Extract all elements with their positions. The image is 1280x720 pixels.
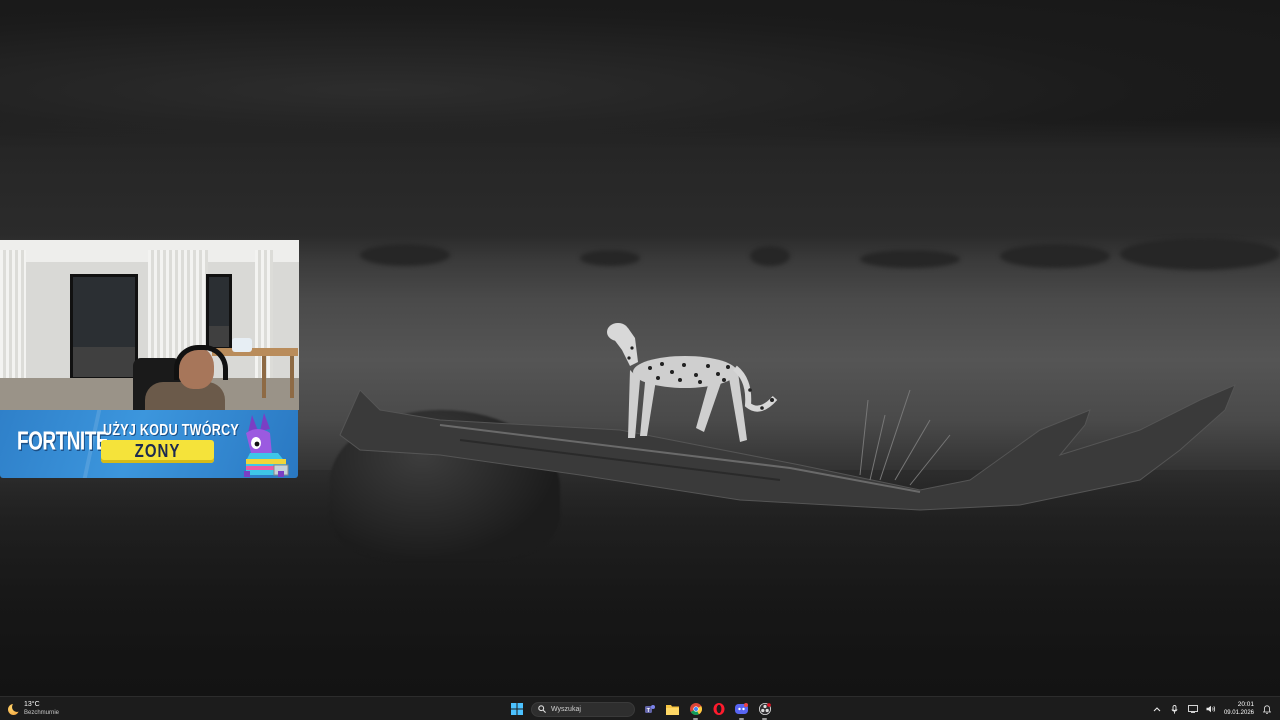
taskbar-search-box[interactable]: Wyszukaj (531, 701, 635, 717)
headphones-icon (174, 345, 228, 380)
teams-icon[interactable]: T (641, 701, 658, 718)
file-explorer-icon[interactable] (664, 701, 681, 718)
creator-code-title: UŻYJ KODU TWÓRCY (103, 421, 240, 439)
webcam-overlay (0, 240, 299, 410)
cheetah-icon (607, 323, 778, 442)
network-icon[interactable] (1188, 704, 1198, 714)
webcam-table-leg (262, 356, 266, 398)
creator-code-value: ZONY (134, 441, 181, 462)
chrome-icon[interactable] (687, 701, 704, 720)
opera-icon[interactable] (710, 701, 727, 718)
webcam-window (70, 274, 138, 380)
weather-temperature: 13°C (24, 701, 40, 708)
webcam-table (212, 348, 298, 356)
llama-pinata-icon (244, 413, 289, 477)
volume-icon[interactable] (1206, 704, 1216, 714)
microphone-icon[interactable] (1170, 704, 1180, 714)
taskbar-apps: Wyszukaj T (508, 698, 773, 720)
fortnite-creator-code-banner: FORTNITE UŻYJ KODU TWÓRCY ZONY (0, 410, 298, 478)
taskbar-clock[interactable]: 20:01 09.01.2026 (1224, 701, 1254, 717)
moon-weather-icon (8, 701, 22, 715)
webcam-window-right (206, 274, 232, 350)
search-placeholder: Wyszukaj (551, 705, 581, 713)
fortnite-logo: FORTNITE (17, 428, 109, 457)
wallpaper-treeline (0, 0, 1280, 150)
cheetah-on-log-image (339, 384, 1236, 511)
webcam-table-leg (290, 356, 294, 398)
windows-start-icon[interactable] (508, 701, 525, 718)
weather-description: Bezchmurnie (24, 710, 60, 716)
webcam-bottles (232, 338, 252, 352)
creator-code-box: ZONY (101, 440, 214, 463)
search-icon (538, 705, 546, 713)
discord-icon[interactable] (733, 701, 750, 720)
chevron-up-icon[interactable] (1152, 704, 1162, 714)
taskbar: 13°C Bezchmurnie Wyszukaj T 20:01 09.01.… (0, 696, 1280, 720)
wallpaper-bushes (300, 238, 1280, 278)
system-tray: 20:01 09.01.2026 (1152, 699, 1272, 719)
clock-date: 09.01.2026 (1223, 710, 1254, 716)
weather-widget[interactable]: 13°C Bezchmurnie (8, 699, 59, 719)
notification-bell-icon[interactable] (1262, 704, 1272, 714)
clock-time: 20:01 (1237, 701, 1254, 708)
obs-icon[interactable] (756, 701, 773, 720)
